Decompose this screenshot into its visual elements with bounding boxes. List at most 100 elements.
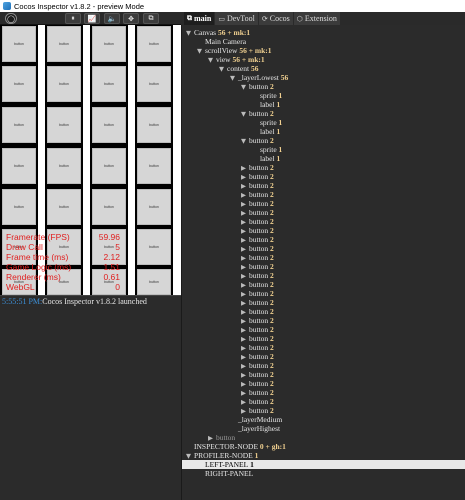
tree-node-label[interactable]: label 1 [252,100,280,109]
tree-node-button[interactable]: ▶ button 2 [241,172,274,181]
record-button[interactable]: ◯ [5,13,17,24]
tree-node-button[interactable]: ▶ button 2 [241,208,274,217]
tree-node-button[interactable]: ▶ button 2 [241,253,274,262]
tree-node-button[interactable]: ▶ button 2 [241,343,274,352]
tree-node-button[interactable]: ▶ button 2 [241,289,274,298]
expand-down-icon[interactable]: ▼ [197,47,205,56]
tree-node-sprite[interactable]: sprite 1 [252,91,282,100]
tree-node-button[interactable]: ▶ button 2 [241,370,274,379]
tree-node-layerhighest[interactable]: _layerHighest [230,424,280,433]
expand-down-icon[interactable]: ▼ [241,83,249,92]
scene-button[interactable]: button [137,229,171,265]
window-title: Cocos Inspector v1.8.2 - preview Mode [14,1,145,11]
tree-node-button[interactable]: ▶ button 2 [241,352,274,361]
tree-node-button[interactable]: ▶ button 2 [241,163,274,172]
scene-button[interactable]: button [47,107,81,143]
copy-button[interactable]: ⧉ [143,13,159,24]
node-count: 2 [268,361,274,370]
tree-node-right-panel[interactable]: RIGHT-PANEL [197,469,253,478]
tab-extension[interactable]: ⬡ Extension [293,12,340,25]
expand-down-icon[interactable]: ▼ [230,74,238,83]
tree-node-main-camera[interactable]: Main Camera [197,37,246,46]
expand-down-icon[interactable]: ▼ [219,65,227,74]
tree-node-button[interactable]: ▶ button 2 [241,325,274,334]
node-count: 56 + mk:1 [216,28,251,37]
scene-button[interactable]: button [137,107,171,143]
tree-node-button[interactable]: ▶ button 2 [241,334,274,343]
scene-button[interactable]: button [2,26,36,62]
tree-node-button[interactable]: ▶ button 2 [241,388,274,397]
scene-button[interactable]: button [92,148,126,184]
tab-extension-icon: ⬡ [296,14,303,23]
tree-node-button[interactable]: ▶ button 2 [241,271,274,280]
pause-button[interactable]: ⏸ [65,13,81,24]
tree-node-button[interactable]: ▶ button 2 [241,181,274,190]
expand-down-icon[interactable]: ▼ [241,110,249,119]
tree-node-button[interactable]: ▶ button 2 [241,235,274,244]
tree-node-label[interactable]: label 1 [252,127,280,136]
tree-node-view[interactable]: ▼ view 56 + mk:1 [208,55,265,64]
scene-button[interactable]: button [137,148,171,184]
tree-node-scrollview[interactable]: ▼ scrollView 56 + mk:1 [197,46,272,55]
tree-node-inspector-node[interactable]: INSPECTOR-NODE 0 + gh:1 [186,442,286,451]
scene-button[interactable]: button [137,66,171,102]
tab-cocos[interactable]: ⟳ Cocos [258,12,293,25]
scene-button[interactable]: button [2,189,36,225]
scene-button[interactable]: button [137,189,171,225]
scene-button[interactable]: button [92,189,126,225]
scene-button[interactable]: button [92,107,126,143]
node-name: _layerLowest [238,73,279,82]
tree-node-button[interactable]: ▶ button 2 [241,379,274,388]
scene-button[interactable]: button [47,66,81,102]
tree-node-button[interactable]: ▶ button 2 [241,316,274,325]
node-name: button [249,316,269,325]
tree-node-content[interactable]: ▼ content 56 [219,64,258,73]
tree-node-button[interactable]: ▶ button 2 [241,361,274,370]
tab-devtool[interactable]: ▭ DevTool [215,12,258,25]
scene-button[interactable]: button [92,66,126,102]
tree-node-button[interactable]: ▶ button 2 [241,262,274,271]
tree-node-layerlowest[interactable]: ▼ _layerLowest 56 [230,73,288,82]
scene-button[interactable]: button [137,269,171,295]
scene-button[interactable]: button [2,148,36,184]
node-count: 2 [268,172,274,181]
tree-node-canvas[interactable]: ▼ Canvas 56 + mk:1 [186,28,250,37]
tree-node-button[interactable]: ▼ button 2 [241,136,274,145]
scene-button[interactable]: button [47,189,81,225]
scene-button[interactable]: button [137,26,171,62]
tree-node-sprite[interactable]: sprite 1 [252,118,282,127]
scene-button[interactable]: button [2,66,36,102]
tab-main[interactable]: ⧉ main [184,12,215,25]
tree-node-button[interactable]: ▶ button 2 [241,190,274,199]
tree-node-button[interactable]: ▶ button 2 [241,406,274,415]
tree-node-button[interactable]: ▶ button 2 [241,280,274,289]
game-preview-canvas[interactable]: button button button button button button butt… [0,25,181,295]
tree-node-button[interactable]: ▶ button 2 [241,298,274,307]
scene-button[interactable]: button [92,26,126,62]
tree-node-button[interactable]: ▼ button 2 [241,82,274,91]
tree-node-button[interactable]: ▶ button [208,433,235,442]
tree-node-button[interactable]: ▶ button 2 [241,199,274,208]
tree-node-left-panel[interactable]: LEFT-PANEL 1 [182,460,465,469]
scene-button[interactable]: button [2,107,36,143]
node-tree-panel[interactable]: ▼ Canvas 56 + mk:1 Main Camera ▼ scrollView … [181,25,465,500]
tree-node-button[interactable]: ▶ button 2 [241,217,274,226]
tree-node-profiler-node[interactable]: ▼ PROFILER-NODE 1 [186,451,258,460]
scene-button[interactable]: button [47,26,81,62]
tree-node-label[interactable]: label 1 [252,154,280,163]
expand-down-icon[interactable]: ▼ [186,29,194,38]
tree-node-button[interactable]: ▶ button 2 [241,397,274,406]
tree-node-sprite[interactable]: sprite 1 [252,145,282,154]
expand-down-icon[interactable]: ▼ [208,56,216,65]
tree-node-button[interactable]: ▶ button 2 [241,307,274,316]
volume-button[interactable]: 🔈 [104,13,120,24]
expand-down-icon[interactable]: ▼ [241,137,249,146]
tree-node-button[interactable]: ▶ button 2 [241,244,274,253]
node-name: button [249,280,269,289]
move-button[interactable]: ✥ [123,13,139,24]
tree-node-button[interactable]: ▶ button 2 [241,226,274,235]
tree-node-button[interactable]: ▼ button 2 [241,109,274,118]
chart-button[interactable]: 📈 [84,13,100,24]
scene-button[interactable]: button [47,148,81,184]
tree-node-layermedium[interactable]: _layerMedium [230,415,282,424]
